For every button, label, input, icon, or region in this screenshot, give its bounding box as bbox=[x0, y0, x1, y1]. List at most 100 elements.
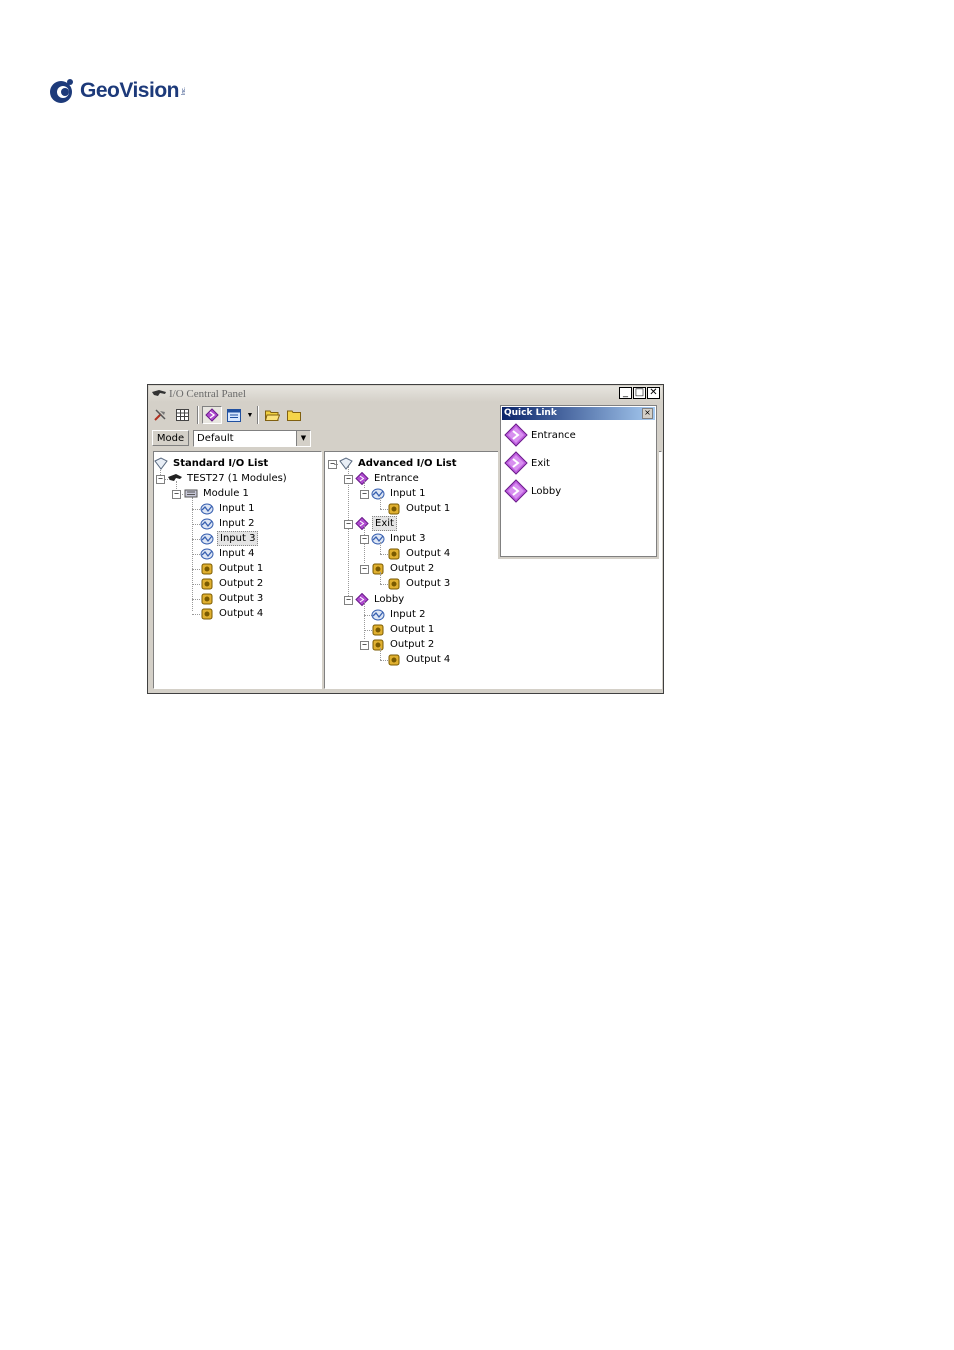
input-icon bbox=[371, 609, 385, 621]
folder-icon bbox=[287, 410, 301, 421]
tree-item-output[interactable]: Output 4 bbox=[200, 606, 265, 621]
collapse-toggle[interactable]: − bbox=[344, 475, 353, 484]
open-folder-icon bbox=[264, 410, 280, 421]
output-icon bbox=[201, 593, 213, 605]
logo-trademark: Inc. bbox=[180, 86, 187, 96]
tree-label: Exit bbox=[372, 516, 397, 531]
output-icon bbox=[388, 654, 400, 666]
geovision-logo: GeoVision Inc. bbox=[48, 74, 187, 108]
tree-label: Input 3 bbox=[390, 533, 426, 544]
output-icon bbox=[372, 563, 384, 575]
grid-icon bbox=[175, 409, 189, 421]
tree-label: Output 1 bbox=[219, 563, 264, 574]
output-icon bbox=[201, 608, 213, 620]
tree-group-lobby[interactable]: Lobby bbox=[355, 592, 406, 607]
io-link-icon bbox=[355, 593, 369, 606]
io-link-button[interactable] bbox=[202, 406, 222, 424]
collapse-toggle[interactable]: − bbox=[344, 596, 353, 605]
quick-link-item[interactable]: Lobby bbox=[504, 479, 561, 503]
tree-item-output[interactable]: Output 1 bbox=[200, 561, 265, 576]
mode-value: Default bbox=[197, 433, 234, 444]
dropdown-arrow-icon[interactable]: ▼ bbox=[246, 412, 254, 419]
toolbar-separator bbox=[257, 406, 259, 424]
tree-root-standard[interactable]: Standard I/O List bbox=[154, 456, 270, 471]
tree-label: Output 4 bbox=[406, 548, 451, 559]
tree-label: Input 2 bbox=[219, 518, 255, 529]
tree-label: Entrance bbox=[374, 473, 419, 484]
tree-label: Input 1 bbox=[390, 488, 426, 499]
tree-label: Advanced I/O List bbox=[358, 458, 457, 469]
collapse-toggle[interactable]: − bbox=[360, 535, 369, 544]
close-button[interactable]: ✕ bbox=[647, 387, 660, 399]
tree-item-input-selected[interactable]: Input 3 bbox=[200, 531, 259, 546]
tree-item-output[interactable]: Output 3 bbox=[200, 591, 265, 606]
tree-item-input[interactable]: Input 2 bbox=[371, 607, 427, 622]
quick-link-label: Lobby bbox=[531, 485, 562, 497]
tree-label: Standard I/O List bbox=[173, 458, 269, 469]
tree-label: Output 4 bbox=[406, 654, 451, 665]
maximize-button[interactable]: □ bbox=[633, 387, 646, 399]
io-link-icon bbox=[355, 517, 369, 530]
input-icon bbox=[200, 533, 214, 545]
tree-node-host[interactable]: TEST27 (1 Modules) bbox=[168, 471, 289, 486]
tree-label: Output 4 bbox=[219, 608, 264, 619]
collapse-toggle[interactable]: − bbox=[360, 490, 369, 499]
quick-link-label: Entrance bbox=[531, 429, 576, 441]
view-button[interactable] bbox=[224, 406, 244, 424]
tree-label: Module 1 bbox=[203, 488, 249, 499]
collapse-toggle[interactable]: − bbox=[172, 490, 181, 499]
standard-io-tree: Standard I/O List − TEST27 (1 Modules) −… bbox=[153, 451, 322, 689]
geovision-logo-mark-icon bbox=[50, 79, 73, 103]
input-icon bbox=[200, 518, 214, 530]
tree-label: Output 2 bbox=[390, 563, 435, 574]
tree-item-output[interactable]: Output 3 bbox=[387, 576, 452, 591]
tree-label: TEST27 (1 Modules) bbox=[187, 473, 287, 484]
tree-label: Input 1 bbox=[219, 503, 255, 514]
collapse-toggle[interactable]: − bbox=[360, 565, 369, 574]
tools-button[interactable] bbox=[150, 406, 170, 424]
quick-link-titlebar[interactable]: Quick Link × bbox=[502, 407, 655, 420]
tree-root-advanced[interactable]: Advanced I/O List bbox=[339, 456, 459, 471]
folder-button[interactable] bbox=[284, 406, 304, 424]
collapse-toggle[interactable]: − bbox=[360, 641, 369, 650]
chevron-down-icon[interactable]: ▼ bbox=[296, 431, 310, 446]
tree-label: Lobby bbox=[374, 594, 405, 605]
quick-link-item[interactable]: Exit bbox=[504, 451, 550, 475]
mode-select[interactable]: Default ▼ bbox=[193, 430, 311, 447]
tree-item-output[interactable]: Output 1 bbox=[371, 622, 436, 637]
io-link-icon bbox=[504, 423, 528, 447]
tree-group-exit[interactable]: Exit bbox=[355, 516, 397, 531]
quick-link-item[interactable]: Entrance bbox=[504, 423, 576, 447]
collapse-toggle[interactable]: − bbox=[344, 520, 353, 529]
title-bar[interactable]: I/O Central Panel _ □ ✕ bbox=[149, 386, 662, 402]
tree-label: Input 4 bbox=[219, 548, 255, 559]
tree-item-output[interactable]: Output 2 bbox=[200, 576, 265, 591]
tree-label: Input 3 bbox=[217, 531, 259, 546]
io-list-icon bbox=[154, 457, 168, 470]
input-icon bbox=[200, 503, 214, 515]
quick-link-label: Exit bbox=[531, 457, 550, 469]
module-icon bbox=[184, 489, 198, 498]
minimize-button[interactable]: _ bbox=[619, 387, 632, 399]
tree-item-input[interactable]: Input 1 bbox=[200, 501, 256, 516]
tree-item-output[interactable]: Output 1 bbox=[387, 501, 452, 516]
tree-label: Output 2 bbox=[219, 578, 264, 589]
tree-item-output[interactable]: Output 4 bbox=[387, 652, 452, 667]
tools-icon bbox=[154, 409, 166, 421]
tree-item-input[interactable]: Input 2 bbox=[200, 516, 256, 531]
tree-label: Output 2 bbox=[390, 639, 435, 650]
tree-node-module[interactable]: Module 1 bbox=[184, 486, 251, 501]
io-link-icon bbox=[504, 451, 528, 475]
open-folder-button[interactable] bbox=[262, 406, 282, 424]
mode-label: Mode bbox=[152, 430, 189, 446]
tree-label: Output 1 bbox=[390, 624, 435, 635]
input-icon bbox=[371, 488, 385, 500]
grid-button[interactable] bbox=[172, 406, 192, 424]
output-icon bbox=[388, 503, 400, 515]
toolbar-separator bbox=[197, 406, 199, 424]
tree-item-input[interactable]: Input 4 bbox=[200, 546, 256, 561]
tree-item-output[interactable]: Output 4 bbox=[387, 546, 452, 561]
quick-link-close-button[interactable]: × bbox=[642, 408, 653, 419]
collapse-toggle[interactable]: − bbox=[156, 475, 165, 484]
io-link-icon bbox=[355, 472, 369, 485]
